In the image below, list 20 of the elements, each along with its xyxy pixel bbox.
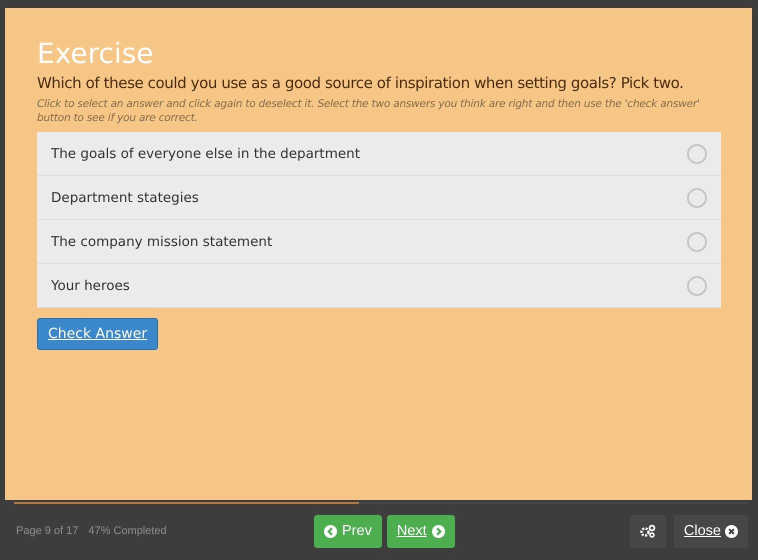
radio-icon: [687, 144, 707, 164]
radio-icon: [687, 232, 707, 252]
chevron-right-icon: [432, 524, 445, 538]
gears-icon: [640, 524, 656, 538]
answer-option[interactable]: Department stategies: [37, 176, 721, 220]
exercise-title: Exercise: [37, 38, 155, 70]
answer-option[interactable]: Your heroes: [37, 264, 721, 308]
close-button[interactable]: Close: [674, 514, 748, 548]
question-text: Which of these could you use as a good source of inspiration when setting goals? Pick two.: [37, 74, 685, 92]
check-answer-button[interactable]: Check Answer: [37, 318, 158, 350]
answer-option[interactable]: The goals of everyone else in the department: [37, 132, 721, 176]
instructions-text: Click to select an answer and click again to deselect it. Select the two answers you think are right and then use the 'check answer' button to see if you are correct.: [37, 97, 701, 125]
radio-icon: [687, 276, 707, 296]
completion-text: 47% Completed: [88, 525, 167, 537]
answer-option[interactable]: The company mission statement: [37, 220, 721, 264]
chevron-left-icon: [324, 524, 337, 538]
close-icon: [725, 524, 738, 538]
radio-icon: [687, 188, 707, 208]
page-counter: Page 9 of 17: [16, 525, 78, 537]
settings-button[interactable]: [630, 514, 666, 548]
